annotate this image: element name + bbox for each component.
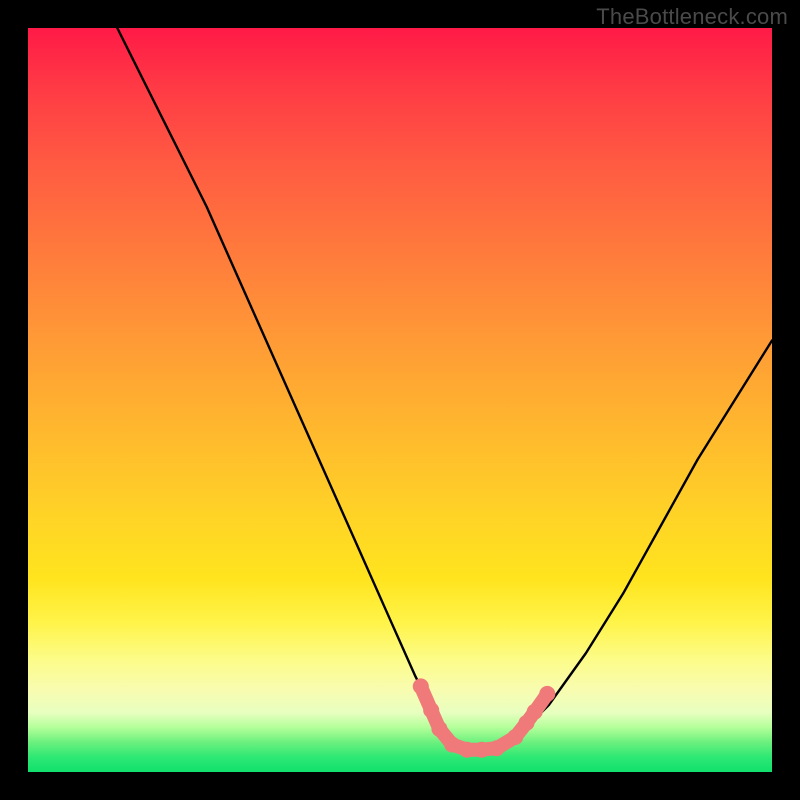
marker-dot — [474, 742, 490, 758]
marker-dot — [539, 686, 555, 702]
curve-layer — [28, 28, 772, 772]
marker-dot — [413, 678, 429, 694]
marker-dot — [527, 704, 543, 720]
watermark-text: TheBottleneck.com — [596, 4, 788, 30]
marker-group — [413, 678, 556, 757]
marker-dot — [431, 721, 447, 737]
marker-dot — [459, 742, 475, 758]
marker-dot — [489, 740, 505, 756]
marker-dot — [423, 702, 439, 718]
plot-area — [28, 28, 772, 772]
marker-dot — [507, 729, 523, 745]
bottleneck-curve — [117, 28, 772, 750]
marker-dot — [444, 737, 460, 753]
chart-frame: TheBottleneck.com — [0, 0, 800, 800]
